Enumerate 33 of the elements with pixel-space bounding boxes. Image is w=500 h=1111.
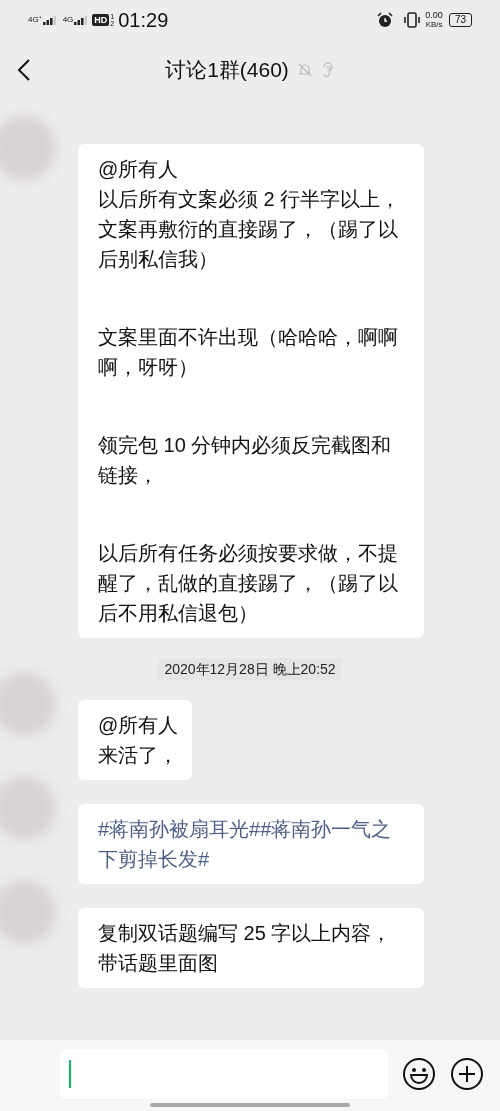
avatar xyxy=(0,776,56,840)
mention-text: @所有人 xyxy=(98,713,179,738)
message-text: #蒋南孙被扇耳光##蒋南孙一气之下剪掉长发# xyxy=(98,817,393,872)
message-text: 以后所有任务必须按要求做，不提醒了，乱做的直接踢了，（踢了以后不用私信退包） xyxy=(98,541,399,626)
message-text: 文案里面不许出现（哈哈哈，啊啊啊，呀呀） xyxy=(98,325,399,380)
network-speed: 0.00 xyxy=(425,11,443,20)
network-type: 4G xyxy=(62,15,74,24)
back-icon[interactable] xyxy=(16,58,32,82)
emoji-icon[interactable] xyxy=(402,1057,436,1091)
avatar xyxy=(0,116,56,180)
speed-unit: KB/s xyxy=(425,20,443,29)
network-type: 4G⁺ xyxy=(28,15,42,24)
mention-text: @所有人 xyxy=(98,157,180,182)
hd-icon: HD xyxy=(92,14,110,26)
message-input-field[interactable] xyxy=(60,1049,388,1099)
muted-bell-icon xyxy=(296,62,313,78)
ear-icon xyxy=(320,61,335,79)
timestamp: 2020年12月28日 晚上20:52 xyxy=(158,658,342,680)
message-text: 领完包 10 分钟内必须反完截图和链接， xyxy=(98,433,393,488)
vibrate-icon xyxy=(403,12,422,28)
message-text: 来活了， xyxy=(98,743,179,768)
message-text: 以后所有文案必须 2 行半字以上， xyxy=(98,187,402,212)
avatar xyxy=(0,880,56,944)
chat-title: 讨论1群(460) xyxy=(165,57,289,84)
signal-icon xyxy=(42,15,57,25)
signal-icon xyxy=(74,15,89,25)
avatar xyxy=(0,672,56,736)
alarm-icon xyxy=(377,12,394,28)
battery-level: 73 xyxy=(448,13,472,27)
message-text: 复制双话题编写 25 字以上内容，带话题里面图 xyxy=(98,921,393,976)
message-text: 文案再敷衍的直接踢了，（踢了以后别私信我） xyxy=(98,217,399,272)
add-icon[interactable] xyxy=(450,1057,484,1091)
clock-time: 01:29 xyxy=(118,8,169,33)
